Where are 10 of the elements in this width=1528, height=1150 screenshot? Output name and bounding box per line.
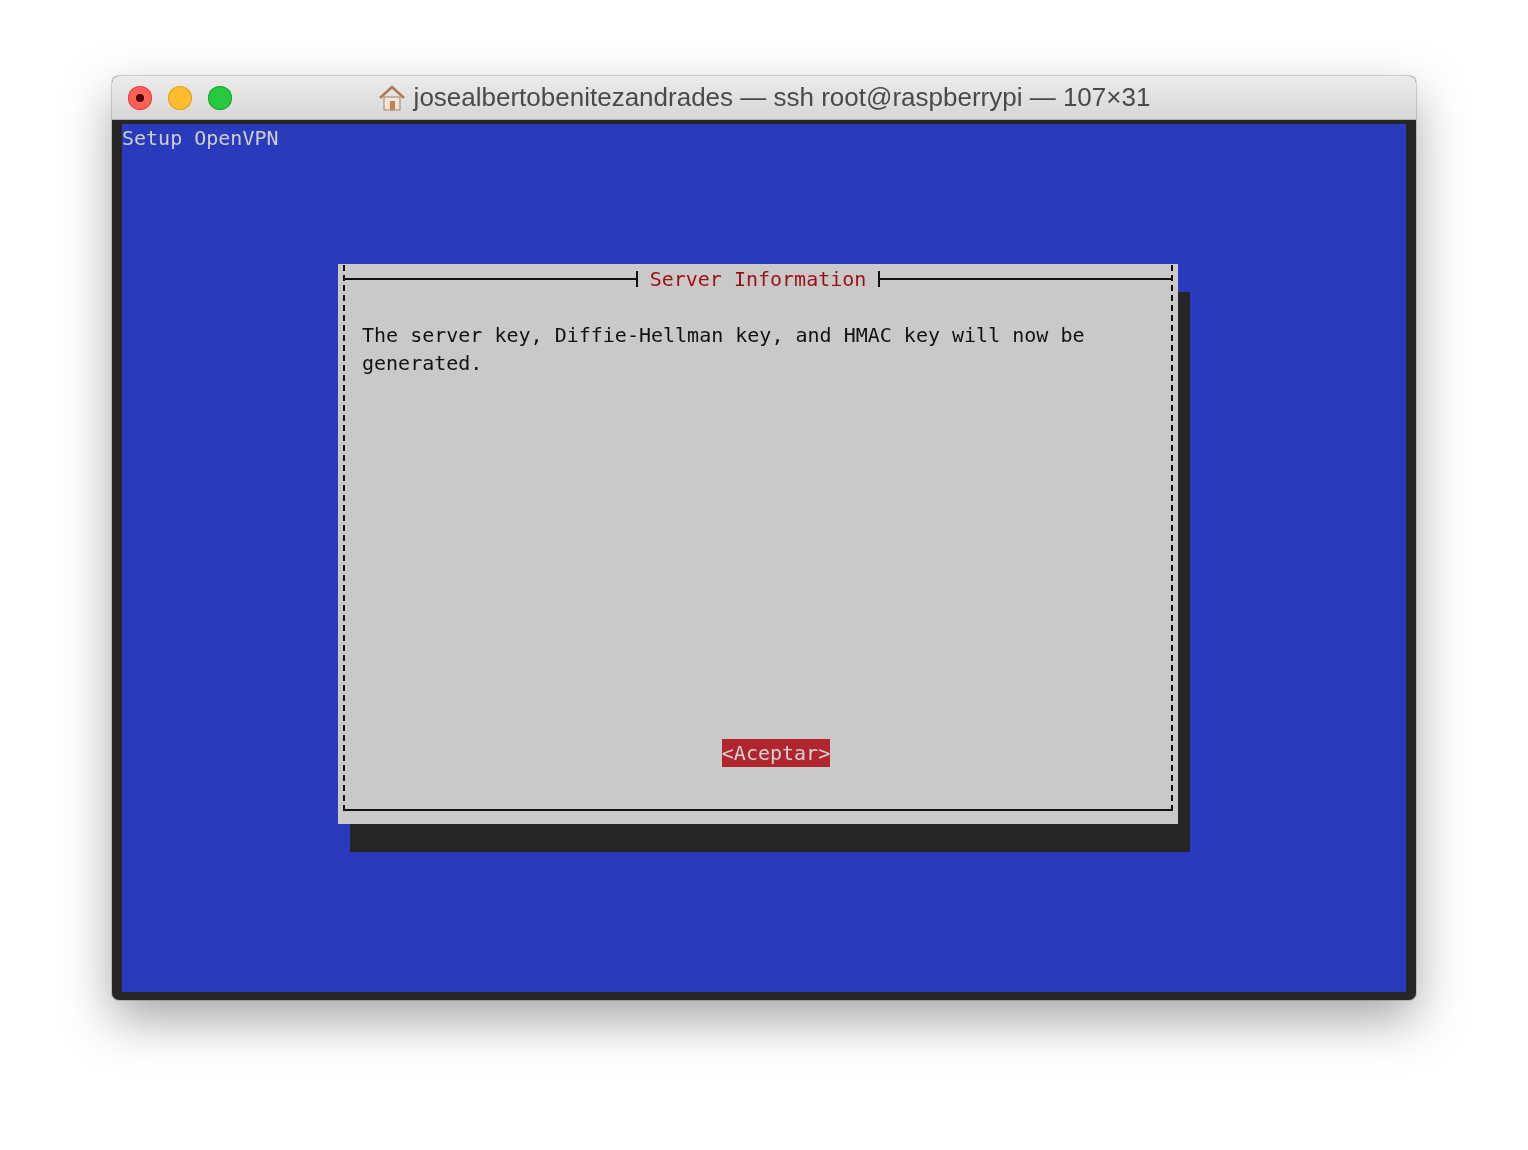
zoom-button[interactable] [208, 85, 232, 110]
house-icon [377, 84, 406, 111]
dot-icon [136, 93, 144, 102]
dialog-title: Server Information [648, 266, 868, 293]
dialog-message: The server key, Diffie-Hellman key, and HMAC key will now be generated. [362, 322, 1086, 377]
dialog-button[interactable]: <Aceptar> [721, 739, 831, 767]
minimize-button[interactable] [168, 85, 192, 110]
close-button[interactable] [128, 85, 152, 110]
window-title: josealbertobenitezandrades — ssh root@raspberrypi — 107×31 [413, 82, 1151, 113]
backtitle-text: Setup OpenVPN [122, 125, 279, 152]
